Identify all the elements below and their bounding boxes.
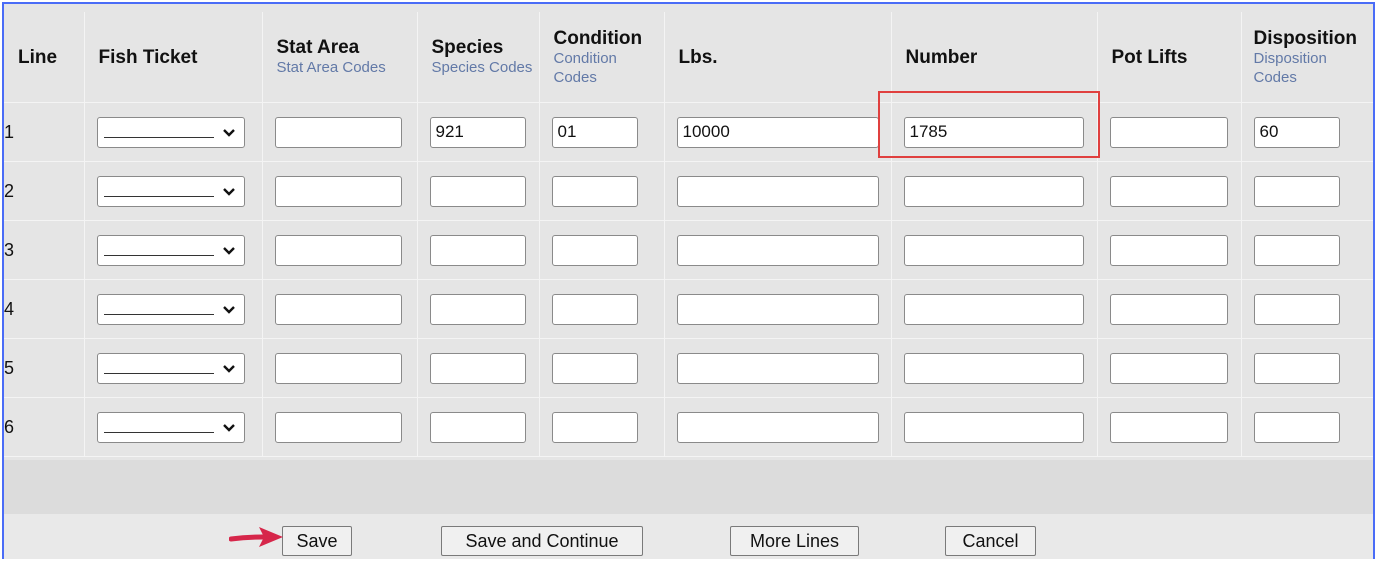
catch-entry-form: Line Fish Ticket Stat Area Stat Area Cod… (2, 2, 1375, 559)
stat-area-input[interactable] (274, 411, 402, 443)
species-input[interactable] (429, 352, 526, 384)
fish-ticket-select[interactable] (96, 175, 245, 207)
table-row: 4 (4, 279, 1373, 339)
fish-ticket-select[interactable] (96, 411, 245, 443)
lbs-input[interactable] (676, 234, 879, 266)
disposition-input[interactable]: 60 (1253, 116, 1340, 148)
select-blank-value (103, 136, 214, 138)
pot-lifts-input[interactable] (1109, 116, 1228, 148)
fish-ticket-select[interactable] (96, 352, 245, 384)
select-blank-value (103, 431, 214, 433)
lbs-input[interactable] (676, 411, 879, 443)
pot-lifts-input[interactable] (1109, 175, 1228, 207)
stat-area-input[interactable] (274, 234, 402, 266)
number-input[interactable] (903, 234, 1084, 266)
lbs-input[interactable]: 10000 (676, 116, 879, 148)
action-bar: Save Save and Continue More Lines Cancel (4, 514, 1373, 559)
disposition-input[interactable] (1253, 234, 1340, 266)
pot-lifts-input[interactable] (1109, 352, 1228, 384)
chevron-down-icon (222, 187, 235, 196)
catch-lines-table: Line Fish Ticket Stat Area Stat Area Cod… (4, 12, 1373, 457)
table-row: 1 921 01 10000 1785 60 (4, 102, 1373, 162)
condition-input[interactable] (551, 234, 638, 266)
chevron-down-icon (222, 128, 235, 137)
fish-ticket-select[interactable] (96, 116, 245, 148)
arrow-pointer-icon (229, 527, 283, 547)
line-number: 1 (4, 102, 85, 162)
number-input[interactable] (903, 352, 1084, 384)
fish-ticket-select[interactable] (96, 234, 245, 266)
lbs-input[interactable] (676, 175, 879, 207)
number-input[interactable] (903, 411, 1084, 443)
col-title: Species (431, 37, 504, 58)
col-header-pot-lifts: Pot Lifts (1097, 12, 1242, 103)
col-header-stat-area: Stat Area Stat Area Codes (262, 12, 418, 103)
condition-input[interactable] (551, 352, 638, 384)
stat-area-input[interactable] (274, 175, 402, 207)
condition-input[interactable]: 01 (551, 116, 638, 148)
number-input[interactable] (903, 175, 1084, 207)
lbs-input[interactable] (676, 293, 879, 325)
col-header-fish-ticket: Fish Ticket (84, 12, 263, 103)
pot-lifts-input[interactable] (1109, 293, 1228, 325)
stat-area-input[interactable] (274, 116, 402, 148)
stat-area-input[interactable] (274, 352, 402, 384)
save-and-continue-button[interactable]: Save and Continue (441, 526, 643, 556)
disposition-input[interactable] (1253, 293, 1340, 325)
spacer-band (4, 460, 1373, 514)
disposition-input[interactable] (1253, 411, 1340, 443)
condition-input[interactable] (551, 293, 638, 325)
condition-input[interactable] (551, 175, 638, 207)
col-title: Stat Area (276, 37, 360, 58)
select-blank-value (103, 254, 214, 256)
col-header-species: Species Species Codes (417, 12, 540, 103)
condition-codes-link[interactable]: Condition Codes (554, 49, 664, 87)
species-input[interactable] (429, 234, 526, 266)
select-blank-value (103, 372, 214, 374)
select-blank-value (103, 195, 214, 197)
chevron-down-icon (222, 364, 235, 373)
col-title: Condition (553, 27, 643, 49)
col-title: Disposition (1253, 27, 1357, 49)
col-header-condition: Condition Condition Codes (539, 12, 665, 103)
pot-lifts-input[interactable] (1109, 234, 1228, 266)
col-header-lbs: Lbs. (664, 12, 892, 103)
species-input[interactable] (429, 293, 526, 325)
chevron-down-icon (222, 305, 235, 314)
line-number: 3 (4, 220, 85, 280)
disposition-codes-link[interactable]: Disposition Codes (1254, 49, 1373, 87)
line-number: 5 (4, 338, 85, 398)
line-number: 6 (4, 397, 85, 457)
cancel-button[interactable]: Cancel (945, 526, 1036, 556)
more-lines-button[interactable]: More Lines (730, 526, 859, 556)
lbs-input[interactable] (676, 352, 879, 384)
save-button[interactable]: Save (282, 526, 352, 556)
disposition-input[interactable] (1253, 352, 1340, 384)
number-input[interactable] (903, 293, 1084, 325)
line-number: 4 (4, 279, 85, 339)
line-number: 2 (4, 161, 85, 221)
col-header-disposition: Disposition Disposition Codes (1241, 12, 1373, 103)
species-input[interactable] (429, 175, 526, 207)
header-row: Line Fish Ticket Stat Area Stat Area Cod… (4, 12, 1373, 103)
number-input[interactable]: 1785 (903, 116, 1084, 148)
disposition-input[interactable] (1253, 175, 1340, 207)
table-row: 6 (4, 397, 1373, 457)
pot-lifts-input[interactable] (1109, 411, 1228, 443)
species-input[interactable]: 921 (429, 116, 526, 148)
table-row: 3 (4, 220, 1373, 280)
col-header-line: Line (4, 12, 85, 103)
stat-area-codes-link[interactable]: Stat Area Codes (277, 58, 417, 77)
species-codes-link[interactable]: Species Codes (432, 58, 539, 77)
species-input[interactable] (429, 411, 526, 443)
stat-area-input[interactable] (274, 293, 402, 325)
chevron-down-icon (222, 423, 235, 432)
table-row: 5 (4, 338, 1373, 398)
fish-ticket-select[interactable] (96, 293, 245, 325)
col-header-number: Number (891, 12, 1098, 103)
condition-input[interactable] (551, 411, 638, 443)
table-row: 2 (4, 161, 1373, 221)
select-blank-value (103, 313, 214, 315)
chevron-down-icon (222, 246, 235, 255)
